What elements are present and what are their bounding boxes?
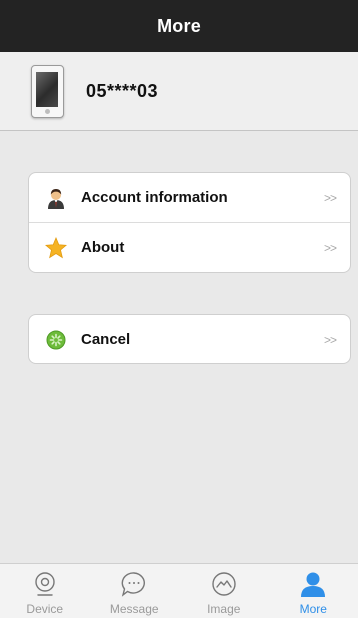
camera-icon <box>31 570 59 598</box>
tab-device[interactable]: Device <box>0 564 90 618</box>
user-avatar-icon <box>45 187 67 209</box>
menu-item-account-information[interactable]: Account information >> <box>29 173 350 222</box>
tab-image[interactable]: Image <box>179 564 269 618</box>
tab-label: Device <box>26 602 63 616</box>
tab-label: Image <box>207 602 240 616</box>
menu-item-about[interactable]: About >> <box>29 222 350 272</box>
menu-group-logout: Cancel >> <box>28 314 351 364</box>
chevron-double-right-icon: >> <box>324 191 336 205</box>
menu-item-label: Cancel <box>81 331 130 348</box>
menu-item-label: Account information <box>81 189 228 206</box>
tab-more[interactable]: More <box>269 564 358 618</box>
image-icon <box>210 570 238 598</box>
cancel-green-icon <box>45 329 67 351</box>
menu-group-account: Account information >> About >> <box>28 172 351 273</box>
menu-item-label: About <box>81 239 124 256</box>
phone-icon <box>31 65 64 118</box>
tab-label: More <box>300 602 327 616</box>
device-id: 05****03 <box>86 81 158 102</box>
bottom-tab-bar: Device Message Image More <box>0 563 358 618</box>
tab-message[interactable]: Message <box>90 564 180 618</box>
page-title: More <box>157 16 201 37</box>
menu-item-cancel[interactable]: Cancel >> <box>29 315 350 364</box>
tab-label: Message <box>110 602 159 616</box>
star-icon <box>45 237 67 259</box>
device-profile: 05****03 <box>0 52 358 131</box>
chevron-double-right-icon: >> <box>324 333 336 347</box>
person-icon <box>299 570 327 598</box>
chat-bubble-icon <box>120 570 148 598</box>
top-nav-bar: More <box>0 0 358 52</box>
chevron-double-right-icon: >> <box>324 241 336 255</box>
